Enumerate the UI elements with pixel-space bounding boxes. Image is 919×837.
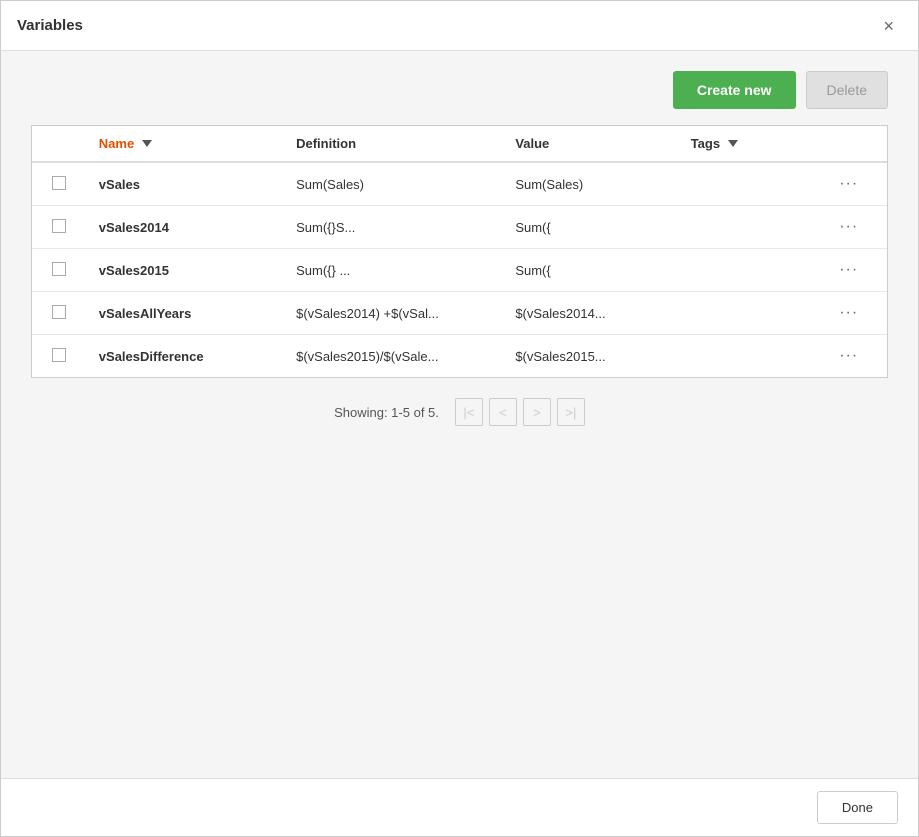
row-actions: ··· xyxy=(821,292,887,335)
table-row: vSales2015 Sum({} ... Sum({ ··· xyxy=(32,249,887,292)
row-definition: $(vSales2015)/$(vSale... xyxy=(284,335,503,378)
row-value: Sum(Sales) xyxy=(503,162,678,206)
row-more-button[interactable]: ··· xyxy=(833,259,864,281)
col-header-name: Name xyxy=(87,126,284,162)
row-checkbox-cell xyxy=(32,162,87,206)
row-tags xyxy=(679,206,822,249)
delete-button: Delete xyxy=(806,71,888,109)
done-button[interactable]: Done xyxy=(817,791,898,824)
row-name: vSales2015 xyxy=(87,249,284,292)
row-name: vSales2014 xyxy=(87,206,284,249)
variables-dialog: Variables × Create new Delete Name xyxy=(0,0,919,837)
row-checkbox[interactable] xyxy=(52,219,66,233)
pagination: Showing: 1-5 of 5. |< < > >| xyxy=(31,398,888,426)
row-actions: ··· xyxy=(821,162,887,206)
row-more-button[interactable]: ··· xyxy=(833,173,864,195)
dialog-title: Variables xyxy=(17,17,83,34)
page-first-button[interactable]: |< xyxy=(455,398,483,426)
row-tags xyxy=(679,292,822,335)
row-definition: Sum(Sales) xyxy=(284,162,503,206)
row-checkbox[interactable] xyxy=(52,262,66,276)
row-tags xyxy=(679,249,822,292)
row-definition: Sum({}S... xyxy=(284,206,503,249)
col-header-actions xyxy=(821,126,887,162)
page-last-button[interactable]: >| xyxy=(557,398,585,426)
row-checkbox[interactable] xyxy=(52,305,66,319)
col-header-tags: Tags xyxy=(679,126,822,162)
col-header-value: Value xyxy=(503,126,678,162)
row-tags xyxy=(679,335,822,378)
row-definition: Sum({} ... xyxy=(284,249,503,292)
row-checkbox-cell xyxy=(32,335,87,378)
row-name: vSales xyxy=(87,162,284,206)
create-new-button[interactable]: Create new xyxy=(673,71,796,109)
dialog-header: Variables × xyxy=(1,1,918,51)
pagination-text: Showing: 1-5 of 5. xyxy=(334,405,439,420)
row-value: $(vSales2015... xyxy=(503,335,678,378)
table-row: vSalesDifference $(vSales2015)/$(vSale..… xyxy=(32,335,887,378)
page-next-button[interactable]: > xyxy=(523,398,551,426)
row-checkbox-cell xyxy=(32,292,87,335)
row-checkbox[interactable] xyxy=(52,176,66,190)
row-tags xyxy=(679,162,822,206)
name-filter-icon[interactable] xyxy=(142,140,152,147)
row-more-button[interactable]: ··· xyxy=(833,216,864,238)
dialog-body: Create new Delete Name Definition xyxy=(1,51,918,778)
row-name: vSalesAllYears xyxy=(87,292,284,335)
row-value: Sum({ xyxy=(503,249,678,292)
row-name: vSalesDifference xyxy=(87,335,284,378)
row-definition: $(vSales2014) +$(vSal... xyxy=(284,292,503,335)
col-header-definition: Definition xyxy=(284,126,503,162)
variables-table: Name Definition Value Tags xyxy=(32,126,887,377)
col-header-check xyxy=(32,126,87,162)
table-row: vSales Sum(Sales) Sum(Sales) ··· xyxy=(32,162,887,206)
row-value: Sum({ xyxy=(503,206,678,249)
tags-filter-icon[interactable] xyxy=(728,140,738,147)
row-checkbox-cell xyxy=(32,206,87,249)
table-header-row: Name Definition Value Tags xyxy=(32,126,887,162)
row-actions: ··· xyxy=(821,335,887,378)
variables-table-wrapper: Name Definition Value Tags xyxy=(31,125,888,378)
table-body: vSales Sum(Sales) Sum(Sales) ··· vSales2… xyxy=(32,162,887,377)
row-actions: ··· xyxy=(821,206,887,249)
row-more-button[interactable]: ··· xyxy=(833,302,864,324)
row-actions: ··· xyxy=(821,249,887,292)
toolbar: Create new Delete xyxy=(31,71,888,109)
row-checkbox-cell xyxy=(32,249,87,292)
row-checkbox[interactable] xyxy=(52,348,66,362)
table-row: vSalesAllYears $(vSales2014) +$(vSal... … xyxy=(32,292,887,335)
row-more-button[interactable]: ··· xyxy=(833,345,864,367)
close-button[interactable]: × xyxy=(875,13,902,39)
row-value: $(vSales2014... xyxy=(503,292,678,335)
table-row: vSales2014 Sum({}S... Sum({ ··· xyxy=(32,206,887,249)
page-prev-button[interactable]: < xyxy=(489,398,517,426)
dialog-footer: Done xyxy=(1,778,918,836)
